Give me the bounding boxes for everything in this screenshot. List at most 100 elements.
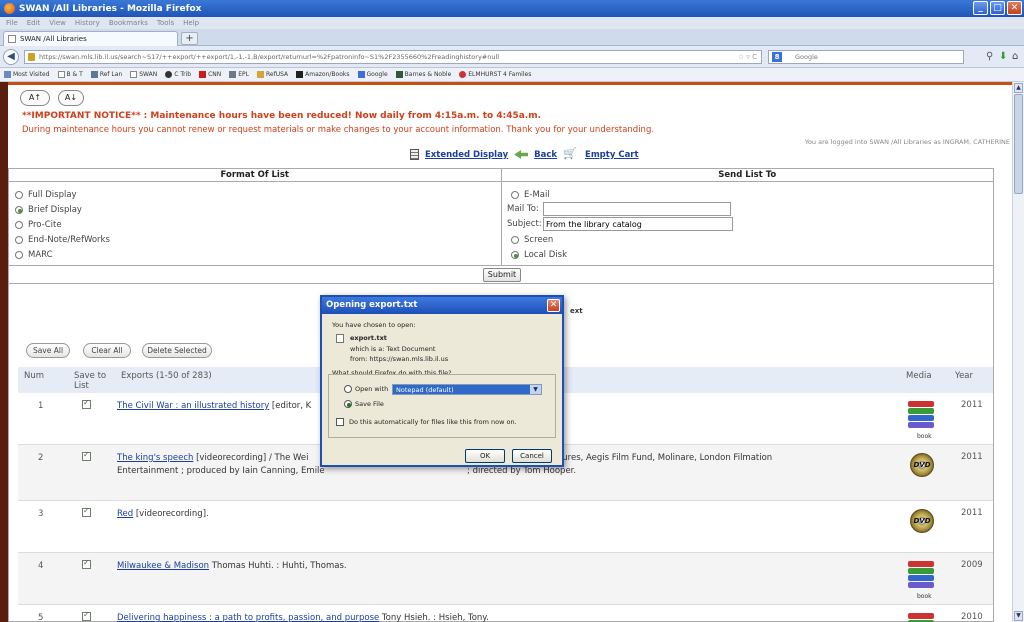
- bookmark-cnn[interactable]: CNN: [199, 71, 221, 78]
- media-label: book: [917, 433, 932, 440]
- mail-to-input[interactable]: [543, 202, 731, 216]
- format-pro-cite[interactable]: Pro-Cite: [15, 220, 62, 230]
- bookmark-c-trib[interactable]: C Trib: [165, 71, 191, 78]
- tab-swan[interactable]: SWAN /All Libraries: [3, 31, 178, 46]
- format-brief-display[interactable]: Brief Display: [15, 205, 82, 215]
- tab-label: SWAN /All Libraries: [20, 35, 87, 43]
- row-entry: Red [videorecording].: [117, 509, 209, 519]
- menu-help[interactable]: Help: [183, 19, 199, 27]
- save-all-button[interactable]: Save All: [26, 343, 70, 358]
- table-row: 4 Milwaukee & Madison Thomas Huhti. : Hu…: [18, 553, 993, 605]
- send-local-disk[interactable]: Local Disk: [511, 250, 567, 260]
- menu-history[interactable]: History: [75, 19, 100, 27]
- window-title-bar: SWAN /All Libraries - Mozilla Firefox _ …: [0, 0, 1024, 17]
- scroll-down-icon[interactable]: ▼: [1014, 611, 1023, 621]
- radio-icon[interactable]: [511, 236, 519, 244]
- bookmark-google[interactable]: Google: [357, 71, 388, 78]
- menu-tools[interactable]: Tools: [157, 19, 174, 27]
- maximize-button[interactable]: □: [990, 1, 1005, 15]
- radio-icon[interactable]: [15, 251, 23, 259]
- new-tab-button[interactable]: +: [181, 32, 198, 45]
- save-checkbox[interactable]: [82, 450, 91, 461]
- minimize-button[interactable]: _: [973, 1, 988, 15]
- format-endnote-refworks[interactable]: End-Note/RefWorks: [15, 235, 110, 245]
- radio-icon[interactable]: [15, 191, 23, 199]
- save-checkbox[interactable]: [82, 506, 91, 517]
- close-window-button[interactable]: ✕: [1007, 1, 1022, 15]
- subject-input[interactable]: [543, 217, 733, 231]
- menu-bookmarks[interactable]: Bookmarks: [109, 19, 148, 27]
- title-link[interactable]: The Civil War : an illustrated history: [117, 401, 269, 411]
- navigation-bar: ◀ https://swan.mls.lib.il.us/search~S17/…: [0, 46, 1024, 68]
- save-file-radio[interactable]: [344, 400, 352, 408]
- dialog-close-button[interactable]: ✕: [547, 299, 560, 312]
- menu-file[interactable]: File: [6, 19, 18, 27]
- row-num: 2: [38, 453, 44, 463]
- search-bar[interactable]: 8 Google: [768, 50, 964, 64]
- title-link[interactable]: Milwaukee & Madison: [117, 561, 209, 571]
- bookmark-elmhurst[interactable]: ELMHURST 4 Familes: [459, 71, 531, 78]
- send-screen[interactable]: Screen: [511, 235, 553, 245]
- star-reload-icons[interactable]: ☆ ▿ C: [738, 51, 757, 63]
- bookmark-refusa[interactable]: RefUSA: [257, 71, 288, 78]
- radio-selected-icon[interactable]: [15, 206, 23, 214]
- format-marc[interactable]: MARC: [15, 250, 53, 260]
- empty-cart-link[interactable]: Empty Cart: [585, 150, 639, 160]
- format-of-list-heading: Format Of List: [9, 169, 502, 181]
- bookmark-swan[interactable]: SWAN: [130, 71, 157, 78]
- font-increase-button[interactable]: A↑: [20, 90, 50, 106]
- do-automatically-label: Do this automatically for files like thi…: [349, 418, 517, 426]
- back-link[interactable]: Back: [534, 150, 557, 160]
- bookmark-ref-lan[interactable]: Ref Lan: [90, 71, 122, 78]
- menu-edit[interactable]: Edit: [27, 19, 41, 27]
- submit-button[interactable]: Submit: [483, 268, 521, 282]
- bookmarks-toolbar: Most Visited B & T Ref Lan SWAN C Trib C…: [0, 68, 1024, 82]
- tab-bar: SWAN /All Libraries +: [0, 29, 1024, 46]
- row-num: 1: [38, 401, 44, 411]
- home-icon[interactable]: ⌂: [1012, 51, 1018, 62]
- save-checkbox[interactable]: [82, 398, 91, 409]
- extended-display-link[interactable]: Extended Display: [425, 150, 508, 160]
- format-full-display[interactable]: Full Display: [15, 190, 77, 200]
- radio-selected-icon[interactable]: [511, 251, 519, 259]
- page-scrollbar[interactable]: ▲ ▼: [1012, 82, 1024, 622]
- row-num: 3: [38, 509, 44, 519]
- title-link[interactable]: The king's speech: [117, 453, 193, 463]
- table-row: 3 Red [videorecording]. DVD 2011: [18, 501, 993, 553]
- radio-icon[interactable]: [15, 236, 23, 244]
- chevron-down-icon[interactable]: ▼: [530, 385, 541, 394]
- title-link[interactable]: Red: [117, 509, 133, 519]
- clear-all-button[interactable]: Clear All: [83, 343, 131, 358]
- send-email[interactable]: E-Mail: [511, 190, 550, 200]
- delete-selected-button[interactable]: Delete Selected: [142, 343, 212, 358]
- text-file-icon: [336, 334, 344, 343]
- save-checkbox[interactable]: [82, 610, 91, 621]
- dvd-label: DVD: [913, 461, 931, 469]
- bookmark-epl[interactable]: EPL: [229, 71, 249, 78]
- search-magnifier-icon[interactable]: ⚲: [986, 51, 993, 62]
- bookmark-most-visited[interactable]: Most Visited: [4, 71, 50, 78]
- bookmark-amazon[interactable]: Amazon/Books: [296, 71, 350, 78]
- radio-icon[interactable]: [15, 221, 23, 229]
- save-checkbox[interactable]: [82, 558, 91, 569]
- browser-back-button[interactable]: ◀: [3, 49, 19, 65]
- file-type: which is a: Text Document: [350, 345, 436, 353]
- open-with-select[interactable]: Notepad (default) ▼: [392, 384, 542, 395]
- cancel-button[interactable]: Cancel: [512, 449, 552, 463]
- open-with-radio[interactable]: [344, 385, 352, 393]
- radio-icon[interactable]: [511, 191, 519, 199]
- bookmark-bt[interactable]: B & T: [57, 71, 83, 78]
- do-automatically-checkbox[interactable]: [336, 418, 344, 426]
- title-link[interactable]: Delivering happiness : a path to profits…: [117, 613, 379, 622]
- submit-row: Submit: [8, 266, 994, 284]
- font-decrease-button[interactable]: A↓: [58, 90, 84, 106]
- scroll-thumb[interactable]: [1014, 94, 1023, 194]
- menu-view[interactable]: View: [49, 19, 66, 27]
- bookmark-barnes-noble[interactable]: Barnes & Noble: [395, 71, 451, 78]
- url-bar[interactable]: https://swan.mls.lib.il.us/search~S17/++…: [24, 50, 762, 64]
- ok-button[interactable]: OK: [465, 449, 505, 463]
- download-arrow-icon[interactable]: ⬇: [999, 51, 1007, 62]
- scroll-up-icon[interactable]: ▲: [1014, 83, 1023, 93]
- next-link-partial[interactable]: ext: [570, 307, 583, 315]
- table-row: 5 Delivering happiness : a path to profi…: [18, 605, 993, 622]
